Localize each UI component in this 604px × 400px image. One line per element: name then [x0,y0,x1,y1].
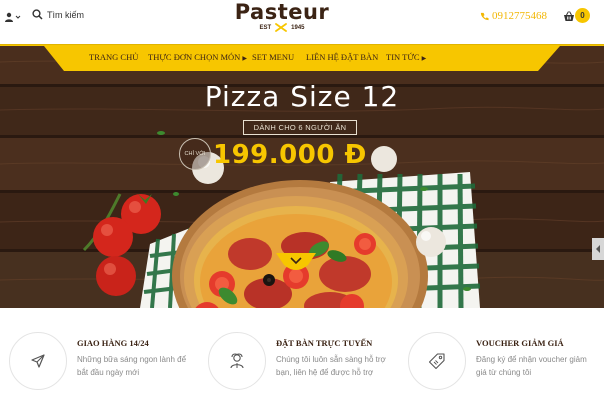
feature-desc: Đăng ký để nhận voucher giảm giá từ chún… [476,355,587,377]
nav-item-label: LIÊN HỆ ĐẶT BÀN [306,52,379,62]
nav-item-home[interactable]: TRANG CHỦ [89,52,138,62]
feature-title: VOUCHER GIẢM GIÁ [476,338,564,348]
tag-icon [428,353,445,370]
logo-tagline: EST 1945 [232,23,332,32]
chevron-down-icon [15,15,21,19]
slider-next-button[interactable] [592,238,604,260]
crossed-utensils-icon [275,23,288,32]
nav-item-label: TRANG CHỦ [89,52,139,62]
hero-price: 199.000 Đ [213,140,367,170]
search-button[interactable]: Tìm kiếm [32,9,84,20]
nav-item-label: TIN TỨC [386,52,420,62]
phone-icon [480,12,489,20]
nav-item-set-menu[interactable]: SET MENU [252,52,294,62]
feature-icon-circle [9,332,67,390]
hero-title: Pizza Size 12 [204,80,400,113]
search-label: Tìm kiếm [47,9,84,20]
nav-item-menu[interactable]: THỰC ĐƠN CHỌN MÓN ▶ [148,52,247,62]
logo-wordmark: Pasteur [234,0,330,24]
scroll-down-button[interactable] [276,253,316,271]
account-menu[interactable] [4,10,21,24]
feature-icon-circle [208,332,266,390]
cart-button[interactable]: 0 [563,7,593,25]
feature-title: ĐẶT BÀN TRỰC TUYẾN [276,338,373,348]
features-section: GIAO HÀNG 14/24 Những bữa sáng ngon lành… [0,308,604,400]
chevron-down-icon [276,253,316,270]
hotline[interactable]: 0912775468 [480,10,547,22]
nav-item-label: SET MENU [252,52,295,62]
nav-item-news[interactable]: TIN TỨC ▶ [386,52,426,62]
search-icon [32,9,43,20]
logo-est: EST [259,24,272,31]
hero-subtitle: DÀNH CHO 6 NGƯỜI ĂN [243,120,357,135]
header: Tìm kiếm Pasteur EST 1945 0912775468 0 [0,0,604,44]
feature-desc: Những bữa sáng ngon lành để bắt đầu ngày… [77,355,187,377]
nav-list: TRANG CHỦ THỰC ĐƠN CHỌN MÓN ▶ SET MENU LI… [0,44,604,71]
feature-icon-circle [408,332,466,390]
caret-right-icon: ▶ [421,56,427,62]
caret-right-icon: ▶ [242,56,247,62]
cart-count-badge: 0 [575,8,590,23]
logo-year: 1945 [291,24,305,31]
user-icon [5,12,13,22]
basket-icon [564,11,574,21]
nav-item-booking[interactable]: LIÊN HỆ ĐẶT BÀN [306,52,378,62]
logo[interactable]: Pasteur EST 1945 [232,0,332,36]
chevron-left-icon [596,245,600,253]
main-nav: TRANG CHỦ THỰC ĐƠN CHỌN MÓN ▶ SET MENU LI… [0,44,604,71]
nav-item-label: THỰC ĐƠN CHỌN MÓN [148,52,241,62]
feature-desc: Chúng tôi luôn sẵn sàng hỗ trợ bạn, liên… [276,355,386,377]
page: Tìm kiếm Pasteur EST 1945 0912775468 0 P… [0,0,604,400]
feature-title: GIAO HÀNG 14/24 [77,338,149,348]
price-prefix-badge: CHỈ VỚI [179,138,211,170]
send-icon [31,354,45,368]
phone-number: 0912775468 [492,10,547,22]
chef-icon [230,353,244,369]
